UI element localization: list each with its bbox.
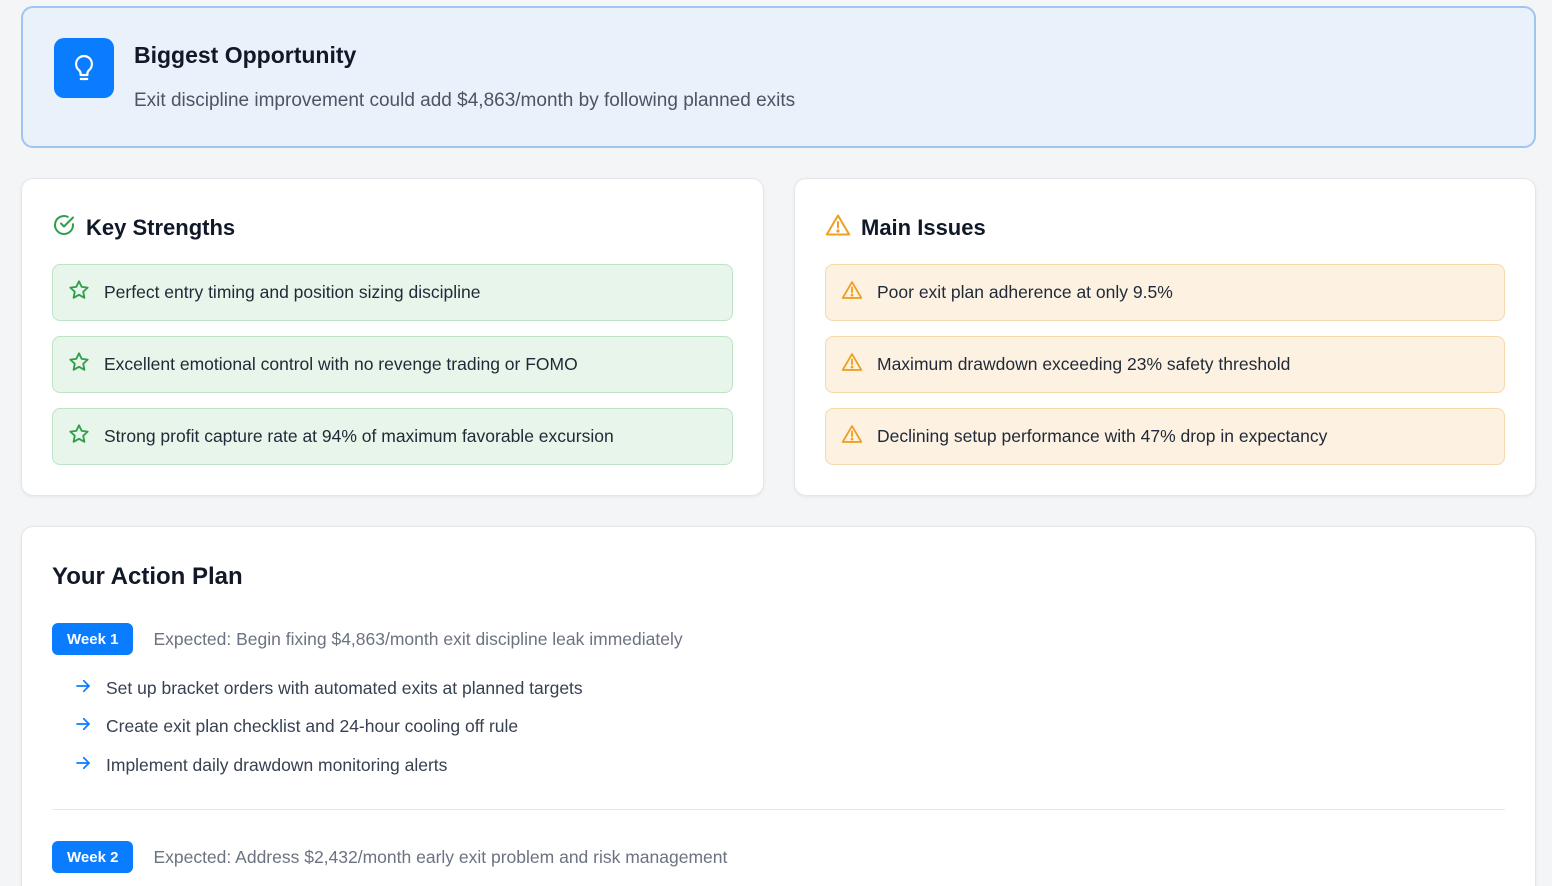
action-plan-title: Your Action Plan	[52, 563, 243, 590]
task-item: Set up bracket orders with automated exi…	[74, 677, 583, 700]
issues-card: Main Issues Poor exit plan adherence at …	[794, 178, 1536, 496]
opportunity-title: Biggest Opportunity	[134, 42, 357, 68]
strengths-title: Key Strengths	[86, 214, 236, 240]
issue-text: Maximum drawdown exceeding 23% safety th…	[877, 354, 1291, 374]
issue-text: Declining setup performance with 47% dro…	[877, 426, 1328, 446]
warning-icon	[841, 280, 863, 305]
strength-item: Excellent emotional control with no reve…	[52, 336, 733, 393]
arrow-right-icon	[74, 677, 92, 700]
week-expected: Expected: Address $2,432/month early exi…	[153, 846, 728, 867]
opportunity-banner: Biggest Opportunity Exit discipline impr…	[21, 6, 1536, 148]
check-circle-icon	[52, 213, 76, 242]
opportunity-description: Exit discipline improvement could add $4…	[134, 90, 796, 111]
star-icon	[68, 279, 90, 306]
week-badge: Week 2	[52, 841, 134, 873]
strengths-card: Key Strengths Perfect entry timing and p…	[21, 178, 764, 496]
week-1-header: Week 1 Expected: Begin fixing $4,863/mon…	[52, 623, 683, 655]
strength-text: Strong profit capture rate at 94% of max…	[104, 426, 614, 446]
week-badge: Week 1	[52, 623, 134, 655]
warning-icon	[825, 213, 851, 242]
star-icon	[68, 351, 90, 378]
action-plan-card: Your Action Plan Week 1 Expected: Begin …	[21, 526, 1536, 886]
issues-title: Main Issues	[861, 214, 986, 240]
issue-item: Maximum drawdown exceeding 23% safety th…	[825, 336, 1505, 393]
task-item: Create exit plan checklist and 24-hour c…	[74, 715, 518, 738]
arrow-right-icon	[74, 754, 92, 777]
week-2-header: Week 2 Expected: Address $2,432/month ea…	[52, 841, 727, 873]
task-text: Implement daily drawdown monitoring aler…	[106, 755, 448, 775]
divider	[52, 809, 1505, 810]
strength-item: Strong profit capture rate at 94% of max…	[52, 408, 733, 465]
task-item: Implement daily drawdown monitoring aler…	[74, 754, 447, 777]
issue-item: Declining setup performance with 47% dro…	[825, 408, 1505, 465]
star-icon	[68, 423, 90, 450]
arrow-right-icon	[74, 715, 92, 738]
week-expected: Expected: Begin fixing $4,863/month exit…	[153, 628, 683, 649]
lightbulb-icon	[54, 38, 114, 98]
task-text: Set up bracket orders with automated exi…	[106, 678, 583, 698]
strength-text: Perfect entry timing and position sizing…	[104, 282, 481, 302]
task-text: Create exit plan checklist and 24-hour c…	[106, 716, 519, 736]
strength-text: Excellent emotional control with no reve…	[104, 354, 578, 374]
strength-item: Perfect entry timing and position sizing…	[52, 264, 733, 321]
issue-text: Poor exit plan adherence at only 9.5%	[877, 282, 1173, 302]
warning-icon	[841, 424, 863, 449]
issue-item: Poor exit plan adherence at only 9.5%	[825, 264, 1505, 321]
warning-icon	[841, 352, 863, 377]
